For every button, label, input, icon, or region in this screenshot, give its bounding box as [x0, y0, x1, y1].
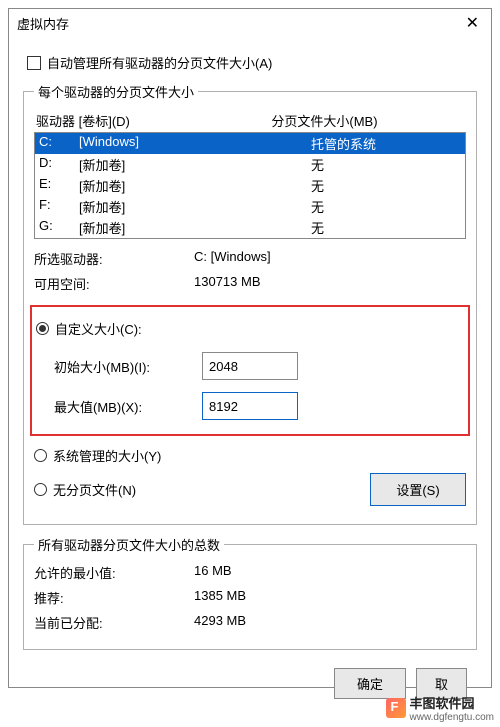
max-size-label: 最大值(MB)(X): — [54, 397, 194, 416]
radio-none-label: 无分页文件(N) — [53, 480, 136, 499]
initial-size-input[interactable] — [202, 352, 298, 380]
auto-manage-row[interactable]: 自动管理所有驱动器的分页文件大小(A) — [23, 43, 477, 82]
selected-drive-label: 所选驱动器: — [34, 249, 194, 268]
header-drive: 驱动器 [卷标](D) — [36, 111, 271, 130]
radio-icon[interactable] — [36, 322, 49, 335]
drive-row[interactable]: C:[Windows]托管的系统 — [35, 133, 465, 154]
totals-legend: 所有驱动器分页文件大小的总数 — [34, 535, 224, 554]
radio-no-paging[interactable]: 无分页文件(N) — [34, 480, 136, 499]
radio-custom-size[interactable]: 自定义大小(C): — [36, 315, 464, 342]
watermark-logo-icon — [386, 698, 406, 718]
drive-letter: E: — [39, 176, 79, 195]
virtual-memory-dialog: 虚拟内存 ✕ 自动管理所有驱动器的分页文件大小(A) 每个驱动器的分页文件大小 … — [8, 8, 492, 688]
radio-custom-label: 自定义大小(C): — [55, 319, 142, 338]
per-drive-group: 每个驱动器的分页文件大小 驱动器 [卷标](D) 分页文件大小(MB) C:[W… — [23, 82, 477, 525]
drive-row[interactable]: E:[新加卷]无 — [35, 175, 465, 196]
drive-size: 无 — [311, 197, 461, 216]
min-allowed-label: 允许的最小值: — [34, 563, 194, 582]
radio-icon[interactable] — [34, 449, 47, 462]
drive-size: 无 — [311, 218, 461, 237]
radio-icon[interactable] — [34, 483, 47, 496]
drive-letter: D: — [39, 155, 79, 174]
available-space-value: 130713 MB — [194, 274, 261, 293]
custom-size-highlight: 自定义大小(C): 初始大小(MB)(I): 最大值(MB)(X): — [30, 305, 470, 436]
drive-letter: F: — [39, 197, 79, 216]
set-button[interactable]: 设置(S) — [370, 473, 466, 506]
allocated-label: 当前已分配: — [34, 613, 194, 632]
min-allowed-value: 16 MB — [194, 563, 232, 582]
drive-size: 托管的系统 — [311, 134, 461, 153]
drive-row[interactable]: F:[新加卷]无 — [35, 196, 465, 217]
allocated-value: 4293 MB — [194, 613, 246, 632]
initial-size-label: 初始大小(MB)(I): — [54, 357, 194, 376]
drive-label: [新加卷] — [79, 197, 311, 216]
max-size-input[interactable] — [202, 392, 298, 420]
selected-drive-value: C: [Windows] — [194, 249, 271, 268]
drive-size: 无 — [311, 155, 461, 174]
drive-label: [新加卷] — [79, 176, 311, 195]
drive-row[interactable]: G:[新加卷]无 — [35, 217, 465, 238]
drive-label: [新加卷] — [79, 155, 311, 174]
dialog-title: 虚拟内存 — [17, 14, 460, 33]
per-drive-legend: 每个驱动器的分页文件大小 — [34, 82, 198, 101]
recommended-value: 1385 MB — [194, 588, 246, 607]
watermark-text: 丰图软件园 — [410, 696, 475, 711]
drive-list-header: 驱动器 [卷标](D) 分页文件大小(MB) — [34, 107, 466, 132]
totals-group: 所有驱动器分页文件大小的总数 允许的最小值: 16 MB 推荐: 1385 MB… — [23, 535, 477, 650]
drive-label: [Windows] — [79, 134, 311, 153]
header-size: 分页文件大小(MB) — [271, 111, 464, 130]
radio-system-label: 系统管理的大小(Y) — [53, 446, 161, 465]
watermark-url: www.dgfengtu.com — [410, 712, 495, 723]
auto-manage-label: 自动管理所有驱动器的分页文件大小(A) — [47, 53, 272, 72]
available-space-label: 可用空间: — [34, 274, 194, 293]
title-bar: 虚拟内存 ✕ — [9, 9, 491, 39]
drive-label: [新加卷] — [79, 218, 311, 237]
checkbox-icon[interactable] — [27, 56, 41, 70]
recommended-label: 推荐: — [34, 588, 194, 607]
drive-letter: C: — [39, 134, 79, 153]
watermark: 丰图软件园 www.dgfengtu.com — [386, 693, 495, 723]
radio-system-managed[interactable]: 系统管理的大小(Y) — [34, 442, 466, 469]
drive-row[interactable]: D:[新加卷]无 — [35, 154, 465, 175]
drive-list[interactable]: C:[Windows]托管的系统D:[新加卷]无E:[新加卷]无F:[新加卷]无… — [34, 132, 466, 239]
close-icon[interactable]: ✕ — [460, 13, 485, 33]
drive-size: 无 — [311, 176, 461, 195]
drive-letter: G: — [39, 218, 79, 237]
